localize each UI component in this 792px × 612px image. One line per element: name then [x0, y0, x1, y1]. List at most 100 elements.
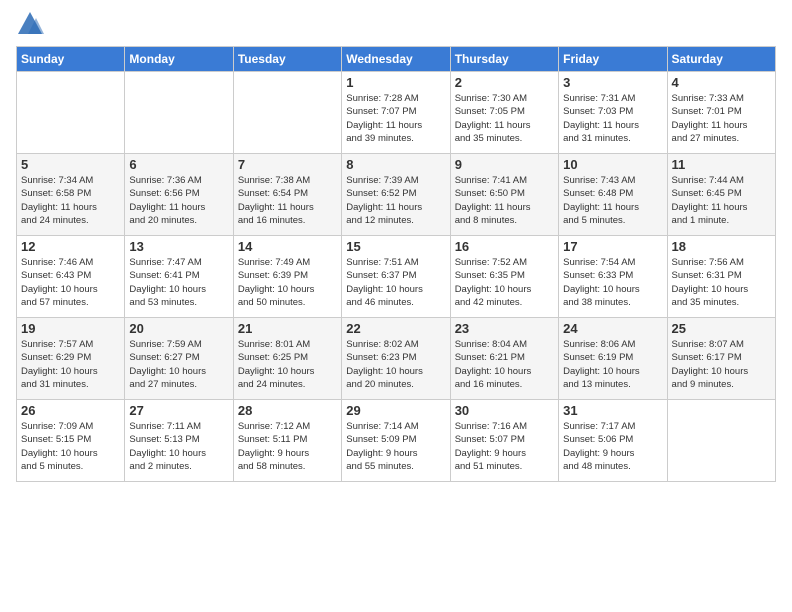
col-header-tuesday: Tuesday	[233, 47, 341, 72]
day-number: 23	[455, 321, 554, 336]
logo-icon	[16, 10, 44, 38]
day-info: Sunrise: 7:47 AM Sunset: 6:41 PM Dayligh…	[129, 256, 228, 309]
day-info: Sunrise: 7:56 AM Sunset: 6:31 PM Dayligh…	[672, 256, 771, 309]
day-cell-1-1: 6Sunrise: 7:36 AM Sunset: 6:56 PM Daylig…	[125, 154, 233, 236]
day-info: Sunrise: 7:57 AM Sunset: 6:29 PM Dayligh…	[21, 338, 120, 391]
day-cell-0-4: 2Sunrise: 7:30 AM Sunset: 7:05 PM Daylig…	[450, 72, 558, 154]
day-cell-4-5: 31 Sunrise: 7:17 AM Sunset: 5:06 PM Dayli…	[559, 400, 667, 482]
day-number: 30	[455, 403, 554, 418]
day-cell-2-5: 17 Sunrise: 7:54 AM Sunset: 6:33 PM Dayli…	[559, 236, 667, 318]
day-cell-2-1: 13 Sunrise: 7:47 AM Sunset: 6:41 PM Dayli…	[125, 236, 233, 318]
day-cell-0-1	[125, 72, 233, 154]
day-number: 28	[238, 403, 337, 418]
day-info: Sunrise: 7:52 AM Sunset: 6:35 PM Dayligh…	[455, 256, 554, 309]
day-info: Sunrise: 8:07 AM Sunset: 6:17 PM Dayligh…	[672, 338, 771, 391]
col-header-monday: Monday	[125, 47, 233, 72]
day-cell-1-6: 11 Sunrise: 7:44 AM Sunset: 6:45 PM Dayli…	[667, 154, 775, 236]
day-number: 1	[346, 75, 445, 90]
day-number: 20	[129, 321, 228, 336]
day-number: 11	[672, 157, 771, 172]
day-cell-1-3: 8 Sunrise: 7:39 AM Sunset: 6:52 PM Daylig…	[342, 154, 450, 236]
day-cell-4-1: 27 Sunrise: 7:11 AM Sunset: 5:13 PM Dayli…	[125, 400, 233, 482]
day-cell-0-5: 3Sunrise: 7:31 AM Sunset: 7:03 PM Daylig…	[559, 72, 667, 154]
day-cell-3-5: 24Sunrise: 8:06 AM Sunset: 6:19 PM Dayli…	[559, 318, 667, 400]
day-cell-2-3: 15Sunrise: 7:51 AM Sunset: 6:37 PM Dayli…	[342, 236, 450, 318]
col-header-saturday: Saturday	[667, 47, 775, 72]
day-info: Sunrise: 7:41 AM Sunset: 6:50 PM Dayligh…	[455, 174, 554, 227]
day-info: Sunrise: 7:14 AM Sunset: 5:09 PM Dayligh…	[346, 420, 445, 473]
header	[16, 10, 776, 38]
day-number: 29	[346, 403, 445, 418]
day-info: Sunrise: 8:04 AM Sunset: 6:21 PM Dayligh…	[455, 338, 554, 391]
day-number: 13	[129, 239, 228, 254]
calendar-table: SundayMondayTuesdayWednesdayThursdayFrid…	[16, 46, 776, 482]
day-cell-3-4: 23 Sunrise: 8:04 AM Sunset: 6:21 PM Dayli…	[450, 318, 558, 400]
day-cell-3-3: 22Sunrise: 8:02 AM Sunset: 6:23 PM Dayli…	[342, 318, 450, 400]
day-cell-4-4: 30 Sunrise: 7:16 AM Sunset: 5:07 PM Dayli…	[450, 400, 558, 482]
day-info: Sunrise: 7:31 AM Sunset: 7:03 PM Dayligh…	[563, 92, 662, 145]
day-info: Sunrise: 8:01 AM Sunset: 6:25 PM Dayligh…	[238, 338, 337, 391]
col-header-friday: Friday	[559, 47, 667, 72]
day-number: 9	[455, 157, 554, 172]
day-cell-1-5: 10Sunrise: 7:43 AM Sunset: 6:48 PM Dayli…	[559, 154, 667, 236]
day-info: Sunrise: 7:38 AM Sunset: 6:54 PM Dayligh…	[238, 174, 337, 227]
col-header-thursday: Thursday	[450, 47, 558, 72]
day-cell-3-6: 25 Sunrise: 8:07 AM Sunset: 6:17 PM Dayli…	[667, 318, 775, 400]
day-cell-4-2: 28 Sunrise: 7:12 AM Sunset: 5:11 PM Dayli…	[233, 400, 341, 482]
logo	[16, 10, 48, 38]
day-info: Sunrise: 7:09 AM Sunset: 5:15 PM Dayligh…	[21, 420, 120, 473]
day-info: Sunrise: 7:49 AM Sunset: 6:39 PM Dayligh…	[238, 256, 337, 309]
day-number: 27	[129, 403, 228, 418]
day-number: 15	[346, 239, 445, 254]
week-row-1: 5 Sunrise: 7:34 AM Sunset: 6:58 PM Daylig…	[17, 154, 776, 236]
day-number: 21	[238, 321, 337, 336]
day-cell-0-3: 1 Sunrise: 7:28 AM Sunset: 7:07 PM Daylig…	[342, 72, 450, 154]
day-cell-0-0	[17, 72, 125, 154]
day-info: Sunrise: 7:17 AM Sunset: 5:06 PM Dayligh…	[563, 420, 662, 473]
day-number: 16	[455, 239, 554, 254]
day-number: 22	[346, 321, 445, 336]
day-number: 19	[21, 321, 120, 336]
day-info: Sunrise: 7:34 AM Sunset: 6:58 PM Dayligh…	[21, 174, 120, 227]
day-number: 4	[672, 75, 771, 90]
day-info: Sunrise: 8:06 AM Sunset: 6:19 PM Dayligh…	[563, 338, 662, 391]
day-number: 12	[21, 239, 120, 254]
day-cell-4-0: 26 Sunrise: 7:09 AM Sunset: 5:15 PM Dayli…	[17, 400, 125, 482]
day-info: Sunrise: 7:28 AM Sunset: 7:07 PM Dayligh…	[346, 92, 445, 145]
day-cell-4-3: 29 Sunrise: 7:14 AM Sunset: 5:09 PM Dayli…	[342, 400, 450, 482]
day-info: Sunrise: 7:44 AM Sunset: 6:45 PM Dayligh…	[672, 174, 771, 227]
day-cell-3-1: 20Sunrise: 7:59 AM Sunset: 6:27 PM Dayli…	[125, 318, 233, 400]
day-number: 5	[21, 157, 120, 172]
day-info: Sunrise: 7:12 AM Sunset: 5:11 PM Dayligh…	[238, 420, 337, 473]
day-info: Sunrise: 7:16 AM Sunset: 5:07 PM Dayligh…	[455, 420, 554, 473]
day-cell-2-4: 16 Sunrise: 7:52 AM Sunset: 6:35 PM Dayli…	[450, 236, 558, 318]
day-cell-2-0: 12 Sunrise: 7:46 AM Sunset: 6:43 PM Dayli…	[17, 236, 125, 318]
day-number: 31	[563, 403, 662, 418]
day-info: Sunrise: 7:30 AM Sunset: 7:05 PM Dayligh…	[455, 92, 554, 145]
day-info: Sunrise: 7:46 AM Sunset: 6:43 PM Dayligh…	[21, 256, 120, 309]
day-number: 25	[672, 321, 771, 336]
day-number: 17	[563, 239, 662, 254]
day-number: 26	[21, 403, 120, 418]
day-info: Sunrise: 7:33 AM Sunset: 7:01 PM Dayligh…	[672, 92, 771, 145]
day-cell-2-6: 18 Sunrise: 7:56 AM Sunset: 6:31 PM Dayli…	[667, 236, 775, 318]
day-number: 8	[346, 157, 445, 172]
day-info: Sunrise: 7:54 AM Sunset: 6:33 PM Dayligh…	[563, 256, 662, 309]
day-cell-1-2: 7Sunrise: 7:38 AM Sunset: 6:54 PM Daylig…	[233, 154, 341, 236]
page: SundayMondayTuesdayWednesdayThursdayFrid…	[0, 0, 792, 612]
day-cell-4-6	[667, 400, 775, 482]
week-row-2: 12 Sunrise: 7:46 AM Sunset: 6:43 PM Dayli…	[17, 236, 776, 318]
day-cell-1-0: 5 Sunrise: 7:34 AM Sunset: 6:58 PM Daylig…	[17, 154, 125, 236]
col-header-wednesday: Wednesday	[342, 47, 450, 72]
day-number: 14	[238, 239, 337, 254]
day-cell-3-0: 19 Sunrise: 7:57 AM Sunset: 6:29 PM Dayli…	[17, 318, 125, 400]
day-cell-3-2: 21 Sunrise: 8:01 AM Sunset: 6:25 PM Dayli…	[233, 318, 341, 400]
day-info: Sunrise: 7:39 AM Sunset: 6:52 PM Dayligh…	[346, 174, 445, 227]
day-info: Sunrise: 7:43 AM Sunset: 6:48 PM Dayligh…	[563, 174, 662, 227]
day-number: 18	[672, 239, 771, 254]
day-info: Sunrise: 7:11 AM Sunset: 5:13 PM Dayligh…	[129, 420, 228, 473]
day-cell-2-2: 14 Sunrise: 7:49 AM Sunset: 6:39 PM Dayli…	[233, 236, 341, 318]
week-row-4: 26 Sunrise: 7:09 AM Sunset: 5:15 PM Dayli…	[17, 400, 776, 482]
day-cell-0-2	[233, 72, 341, 154]
week-row-3: 19 Sunrise: 7:57 AM Sunset: 6:29 PM Dayli…	[17, 318, 776, 400]
